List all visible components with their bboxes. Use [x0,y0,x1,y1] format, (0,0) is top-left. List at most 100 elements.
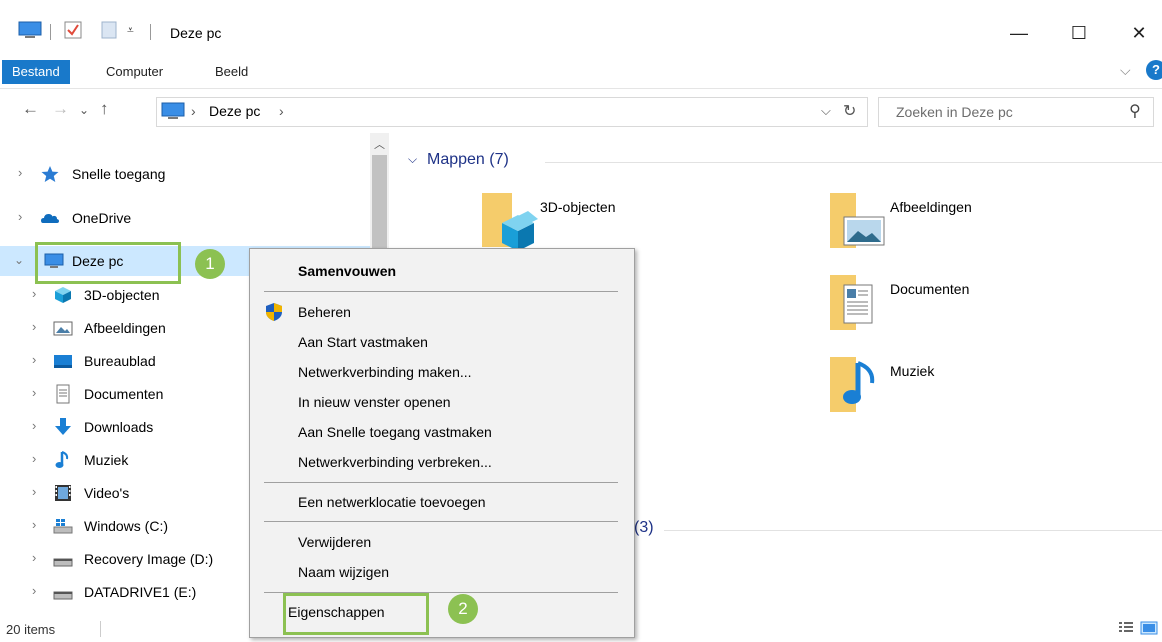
context-menu: Samenvouwen Beheren Aan Start vastmaken … [249,248,635,638]
address-bar[interactable]: › Deze pc › ⌵ ↻ [156,97,868,127]
scroll-up-icon[interactable]: ︿ [374,136,385,152]
breadcrumb-separator[interactable]: › [279,103,284,119]
recent-locations-button[interactable]: ⌄ [79,103,89,117]
document-folder-icon [830,275,873,330]
close-button[interactable]: ✕ [1116,20,1162,46]
tab-beeld[interactable]: Beeld [205,60,258,84]
breadcrumb-deze-pc[interactable]: Deze pc [209,103,260,119]
forward-button[interactable]: → [52,99,69,119]
search-input[interactable]: Zoeken in Deze pc ⚲ [878,97,1154,127]
sidebar-item-label: OneDrive [72,210,132,226]
picture-folder-icon [830,193,885,248]
sidebar-item-onedrive[interactable]: › OneDrive [0,203,370,233]
step-badge-1: 1 [195,249,225,279]
separator [150,24,151,40]
menu-item-netwerkverbinding-maken[interactable]: Netwerkverbinding maken... [298,364,472,380]
tab-bestand[interactable]: Bestand [2,60,70,84]
maximize-button[interactable]: ☐ [1056,20,1102,46]
cube-icon [55,287,71,303]
chevron-right-icon[interactable]: › [32,352,36,367]
group-divider [664,530,1162,531]
highlight-deze-pc [35,242,181,284]
download-icon [55,418,71,435]
windows-drive-icon [53,519,73,534]
chevron-right-icon[interactable]: › [32,451,36,466]
search-icon[interactable]: ⚲ [1129,101,1141,121]
quick-access-dropdown-icon[interactable]: ⩡ [127,23,134,38]
sidebar-item-label: Bureaublad [84,353,156,369]
menu-item-aan-start-vastmaken[interactable]: Aan Start vastmaken [298,334,428,350]
video-icon [55,485,71,501]
computer-icon [161,102,185,119]
sidebar-item-label: Documenten [84,386,164,402]
status-separator [100,621,101,637]
group-divider [545,162,1162,163]
menu-item-aan-snelle-toegang-vastmaken[interactable]: Aan Snelle toegang vastmaken [298,424,492,440]
item-count: 20 items [6,622,56,637]
large-icons-view-icon[interactable] [1140,621,1158,635]
ribbon-expand-icon[interactable]: ⌵ [1120,62,1131,79]
menu-separator [264,482,618,483]
address-dropdown-icon[interactable]: ⌵ [821,103,831,119]
folder-afbeeldingen[interactable]: Afbeeldingen [828,193,1088,263]
group-title-partial[interactable]: (3) [634,519,654,537]
group-title[interactable]: Mappen (7) [427,151,509,169]
folder-label: Documenten [890,281,970,297]
chevron-down-icon[interactable]: ⌄ [14,253,24,267]
chevron-right-icon[interactable]: › [32,319,36,334]
menu-separator [264,291,618,292]
refresh-button[interactable]: ↻ [843,101,856,121]
new-folder-icon[interactable] [100,21,118,39]
folder-muziek[interactable]: Muziek [828,357,1088,427]
chevron-right-icon[interactable]: › [32,385,36,400]
tab-computer[interactable]: Computer [96,60,173,84]
cloud-icon [41,214,59,223]
menu-item-in-nieuw-venster-openen[interactable]: In nieuw venster openen [298,394,451,410]
sidebar-item-label: Snelle toegang [72,166,166,182]
menu-item-naam-wijzigen[interactable]: Naam wijzigen [298,564,389,580]
chevron-right-icon[interactable]: › [32,418,36,433]
drive-icon [53,591,73,600]
group-collapse-icon[interactable]: ⌵ [408,152,417,167]
sidebar-item-label: Muziek [84,452,129,468]
up-button[interactable]: ↑ [100,99,109,119]
music-icon [55,451,69,468]
folder-documenten[interactable]: Documenten [828,275,1088,345]
sidebar-item-label: DATADRIVE1 (E:) [84,584,197,600]
folder-label: Muziek [890,363,935,379]
folder-label: Afbeeldingen [890,199,972,215]
chevron-right-icon[interactable]: › [32,517,36,532]
star-icon [41,166,59,182]
help-icon[interactable]: ? [1146,60,1162,80]
chevron-right-icon[interactable]: › [18,165,22,180]
status-bar: 20 items [0,615,1162,642]
menu-item-verwijderen[interactable]: Verwijderen [298,534,371,550]
menu-item-netwerklocatie-toevoegen[interactable]: Een netwerklocatie toevoegen [298,494,486,510]
sidebar-item-snelle-toegang[interactable]: › Snelle toegang [0,159,370,189]
address-row: ← → ⌄ ↑ › Deze pc › ⌵ ↻ Zoeken in Deze p… [0,89,1162,133]
sidebar-item-label: Downloads [84,419,154,435]
menu-item-netwerkverbinding-verbreken[interactable]: Netwerkverbinding verbreken... [298,454,492,470]
chevron-right-icon[interactable]: › [32,550,36,565]
menu-item-samenvouwen[interactable]: Samenvouwen [298,263,396,279]
minimize-button[interactable]: — [996,20,1042,46]
computer-icon[interactable] [18,21,42,39]
back-button[interactable]: ← [22,99,39,119]
title-bar: ⩡ Deze pc — ☐ ✕ [0,0,1162,56]
menu-item-beheren[interactable]: Beheren [298,304,351,320]
menu-separator [264,521,618,522]
properties-icon[interactable] [64,21,82,39]
chevron-right-icon[interactable]: › [18,209,22,224]
drive-icon [53,558,73,567]
chevron-right-icon[interactable]: › [32,484,36,499]
desktop-icon [54,355,72,368]
shield-icon [266,303,282,321]
chevron-right-icon[interactable]: › [32,286,36,301]
breadcrumb-separator[interactable]: › [191,103,196,119]
document-icon [56,384,70,404]
window-title: Deze pc [170,25,222,41]
folder-label: 3D-objecten [540,199,616,215]
details-view-icon[interactable] [1118,621,1134,635]
sidebar-item-label: Afbeeldingen [84,320,166,336]
chevron-right-icon[interactable]: › [32,583,36,598]
